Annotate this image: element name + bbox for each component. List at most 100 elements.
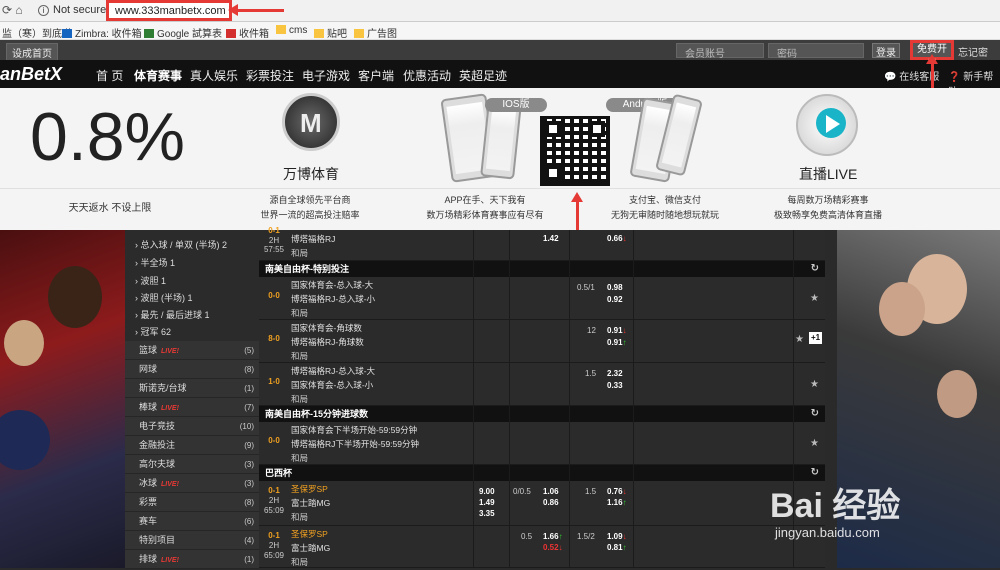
coach-face bbox=[937, 370, 977, 418]
match-score: 1-0 bbox=[268, 377, 280, 386]
team-names: 国家体育会-角球数 博塔福格RJ-角球数 和局 bbox=[291, 321, 364, 363]
nav-lottery[interactable]: 彩票投注 bbox=[246, 67, 294, 84]
rebate-caption: 天天返水 不设上限 bbox=[68, 203, 152, 214]
sidebar-subitem[interactable]: › 最先 / 最后进球 1 bbox=[125, 306, 259, 324]
odds-value[interactable]: 0.66↓ bbox=[607, 232, 627, 246]
bookmark-item[interactable]: Zimbra: 收件箱 bbox=[62, 25, 142, 40]
sidebar-item-racing[interactable]: 赛车 (6) bbox=[125, 512, 259, 531]
sidebar-item-lottery[interactable]: 彩票 (8) bbox=[125, 493, 259, 512]
sidebar-item-tennis[interactable]: 网球 (8) bbox=[125, 360, 259, 379]
odds-up-icon: ↑ bbox=[622, 498, 627, 507]
match-clock: 65:09 bbox=[263, 506, 285, 515]
sheets-icon bbox=[144, 29, 154, 38]
bookmark-item[interactable]: 贴吧 bbox=[314, 25, 347, 40]
nav-client[interactable]: 客户端 bbox=[358, 67, 394, 84]
odds-down-icon: ↓ bbox=[558, 543, 563, 552]
login-button[interactable]: 登录 bbox=[872, 43, 900, 59]
sidebar-subitem[interactable]: › 半全场 1 bbox=[125, 254, 259, 272]
favorite-star-icon[interactable]: ★ bbox=[795, 334, 804, 345]
odds-value[interactable]: 0.86 bbox=[543, 496, 559, 510]
odds-value[interactable]: 3.35 bbox=[479, 507, 495, 521]
chat-icon: 💬 bbox=[884, 72, 897, 83]
team-names: 圣保罗SP 富士踏MG 和局 bbox=[291, 527, 330, 569]
team-name: 国家体育会-总入球-大 bbox=[291, 280, 374, 290]
security-indicator[interactable]: i Not secure bbox=[38, 4, 106, 16]
handicap-line: 0.5/1 bbox=[577, 283, 595, 292]
sidebar-subitem[interactable]: › 波胆 (半场) 1 bbox=[125, 289, 259, 307]
team-name: 博塔福格RJ bbox=[291, 234, 336, 244]
handicap-line: 0/0.5 bbox=[513, 487, 531, 496]
draw-label: 和局 bbox=[291, 453, 309, 463]
back-icon[interactable]: ⟳ ⌂ bbox=[2, 3, 32, 19]
live-caption-1: 每周数万场精彩赛事 bbox=[787, 195, 869, 205]
sidebar-subitem[interactable]: › 波胆 1 bbox=[125, 272, 259, 290]
banner-captions: 天天返水 不设上限 源自全球领先平台商 世界一流的超高投注赔率 APP在手、天下… bbox=[0, 188, 1000, 230]
sidebar-item-financial[interactable]: 金融投注 (9) bbox=[125, 436, 259, 455]
sidebar-subitem[interactable]: › 总入球 / 单双 (半场) 2 bbox=[125, 236, 259, 254]
refresh-icon[interactable]: ↻ bbox=[811, 406, 819, 422]
play-icon[interactable] bbox=[796, 94, 858, 156]
nav-live-casino[interactable]: 真人娱乐 bbox=[190, 67, 238, 84]
ios-label[interactable]: IOS版 bbox=[485, 98, 547, 112]
handicap-line: 12 bbox=[587, 326, 596, 335]
team-name: 富士踏MG bbox=[291, 498, 331, 508]
sidebar-item-volleyball[interactable]: 排球 LIVE! (1) bbox=[125, 550, 259, 569]
odds-value[interactable]: 0.91↑ bbox=[607, 336, 627, 350]
sidebar-item-snooker[interactable]: 斯诺克/台球 (1) bbox=[125, 379, 259, 398]
site-logo[interactable]: anBetX bbox=[0, 64, 62, 85]
match-score: 0-1 bbox=[268, 531, 280, 540]
sidebar-item-esports[interactable]: 电子竞技 (10) bbox=[125, 417, 259, 436]
match-clock: 57:55 bbox=[263, 245, 285, 254]
column-divider bbox=[509, 230, 510, 568]
password-input[interactable]: 密码 bbox=[768, 43, 864, 60]
draw-label: 和局 bbox=[291, 248, 309, 258]
match-row: 0-1 2H 65:09 圣保罗SP 富士踏MG 和局 0.5 1.66↑ 0.52… bbox=[259, 526, 825, 568]
league-header[interactable]: 南美自由杯-特别投注 ↻ bbox=[259, 261, 825, 277]
odds-value[interactable]: 1.42 bbox=[543, 232, 559, 246]
bookmark-item[interactable]: cms bbox=[276, 25, 307, 36]
live-title: 直播LIVE bbox=[799, 166, 858, 182]
odds-value[interactable]: 0.81↑ bbox=[607, 541, 627, 555]
account-input[interactable]: 会员账号 bbox=[676, 43, 764, 60]
odds-down-icon: ↓ bbox=[622, 234, 627, 243]
sidebar-item-baseball[interactable]: 棒球 LIVE! (7) bbox=[125, 398, 259, 417]
odds-value[interactable]: 0.52↓ bbox=[543, 541, 563, 555]
team-names: 国家体育会-总入球-大 博塔福格RJ-总入球-小 和局 bbox=[291, 278, 375, 320]
nav-epl[interactable]: 英超足迹 bbox=[459, 67, 507, 84]
sidebar-item-basketball[interactable]: 篮球 LIVE! (5) bbox=[125, 341, 259, 360]
baidu-watermark-url: jingyan.baidu.com bbox=[775, 525, 880, 540]
league-header[interactable]: 巴西杯 ↻ bbox=[259, 465, 825, 481]
match-row: 0-1 2H 57:55 博塔福格RJ 和局 1.42 0.66↓ bbox=[259, 226, 825, 261]
odds-value[interactable]: 1.16↑ bbox=[607, 496, 627, 510]
pay-caption-1: 支付宝、微信支付 bbox=[628, 195, 701, 205]
favorite-star-icon[interactable]: ★ bbox=[810, 379, 819, 390]
info-icon: i bbox=[38, 5, 49, 16]
nav-home[interactable]: 首 页 bbox=[96, 67, 123, 84]
odds-value[interactable]: 0.33 bbox=[607, 379, 623, 393]
team-name: 圣保罗SP bbox=[291, 484, 328, 494]
league-header[interactable]: 南美自由杯-15分钟进球数 ↻ bbox=[259, 406, 825, 422]
column-divider bbox=[473, 230, 474, 568]
team-name: 圣保罗SP bbox=[291, 529, 328, 539]
team-name: 博塔福格RJ下半场开始-59:59分钟 bbox=[291, 439, 419, 449]
handicap-line: 1.5/2 bbox=[577, 532, 595, 541]
bookmark-item[interactable]: Google 試算表 bbox=[144, 25, 222, 40]
nav-promotions[interactable]: 优惠活动 bbox=[403, 67, 451, 84]
team-names: 博塔福格RJ-总入球-大 国家体育会-总入球-小 和局 bbox=[291, 364, 375, 406]
sidebar-item-ice-hockey[interactable]: 冰球 LIVE! (3) bbox=[125, 474, 259, 493]
pay-caption-2: 无狗无审随时随地想玩就玩 bbox=[610, 210, 719, 220]
favorite-star-icon[interactable]: ★ bbox=[810, 438, 819, 449]
refresh-icon[interactable]: ↻ bbox=[811, 261, 819, 277]
sidebar-item-golf[interactable]: 高尔夫球 (3) bbox=[125, 455, 259, 474]
bookmark-item[interactable]: 收件箱 bbox=[226, 25, 269, 40]
nav-games[interactable]: 电子游戏 bbox=[302, 67, 350, 84]
sidebar-subitem[interactable]: › 冠军 62 bbox=[125, 323, 259, 341]
odds-value[interactable]: 0.92 bbox=[607, 293, 623, 307]
bookmark-item[interactable]: 广告图 bbox=[354, 25, 397, 40]
more-markets-button[interactable]: +1 bbox=[809, 332, 823, 344]
address-bar[interactable]: www.333manbetx.com bbox=[106, 0, 232, 21]
nav-sports[interactable]: 体育赛事 bbox=[134, 67, 182, 84]
sidebar-item-specials[interactable]: 特别项目 (4) bbox=[125, 531, 259, 550]
team-name: 国家体育会-总入球-小 bbox=[291, 380, 374, 390]
favorite-star-icon[interactable]: ★ bbox=[810, 293, 819, 304]
